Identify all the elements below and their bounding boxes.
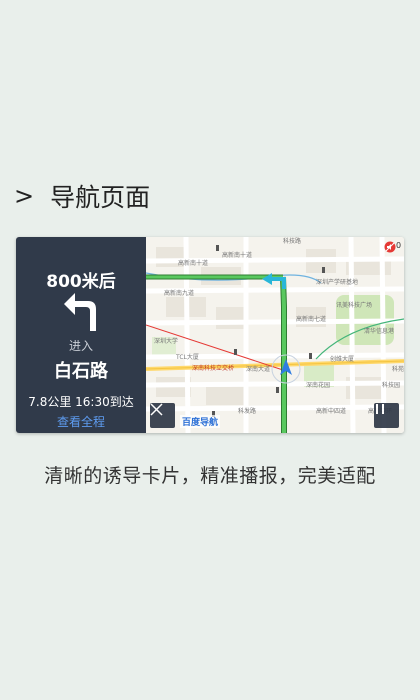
svg-text:科发路: 科发路 bbox=[238, 407, 256, 415]
map-canvas: 高新南十道 科技路 高新南十道 高新南九道 高新南七道 深圳产学研基地 清华信息… bbox=[146, 237, 404, 433]
svg-text:科苑路: 科苑路 bbox=[392, 365, 404, 373]
svg-text:科技路: 科技路 bbox=[283, 237, 301, 245]
map-view[interactable]: 高新南十道 科技路 高新南十道 高新南九道 高新南七道 深圳产学研基地 清华信息… bbox=[146, 237, 404, 433]
close-navigation-button[interactable] bbox=[150, 403, 175, 428]
turn-distance: 800米后 bbox=[46, 272, 116, 292]
svg-text:高新南七道: 高新南七道 bbox=[296, 315, 326, 323]
svg-text:高新南十道: 高新南十道 bbox=[222, 251, 252, 259]
turn-left-arrow-icon bbox=[64, 293, 96, 331]
enter-label: 进入 bbox=[68, 339, 93, 353]
svg-text:清华信息港: 清华信息港 bbox=[364, 327, 394, 335]
mute-count: 0 bbox=[396, 241, 402, 250]
svg-text:深南科技立交桥: 深南科技立交桥 bbox=[192, 364, 234, 372]
chevron-right-icon: > bbox=[14, 182, 35, 210]
road-name: 白石路 bbox=[54, 361, 108, 382]
close-icon bbox=[150, 403, 163, 416]
baidu-navigation-brand: 百度导航 bbox=[180, 415, 221, 428]
mute-icon[interactable] bbox=[384, 241, 396, 253]
view-full-route-link[interactable]: 查看全程 bbox=[16, 413, 146, 430]
svg-text:讯美科技广场: 讯美科技广场 bbox=[336, 301, 372, 309]
svg-text:高新南九道: 高新南九道 bbox=[164, 289, 194, 297]
svg-text:高新中四道: 高新中四道 bbox=[316, 407, 346, 415]
svg-text:创维大厦: 创维大厦 bbox=[330, 355, 354, 363]
section-title: 导航页面 bbox=[50, 183, 151, 212]
distance-eta: 7.8公里 16:30到达 bbox=[28, 395, 134, 409]
svg-text:深南花园: 深南花园 bbox=[306, 381, 330, 389]
feature-caption: 清晰的诱导卡片，精准播报，完美适配 bbox=[44, 465, 376, 487]
navigation-screenshot-card: 800米后 进入 白石路 7.8公里 16:30到达 查看全程 高新南十道 科技… bbox=[16, 237, 404, 433]
svg-text:深圳产学研基地: 深圳产学研基地 bbox=[316, 278, 358, 286]
svg-text:科技园: 科技园 bbox=[382, 381, 400, 389]
pause-button[interactable] bbox=[374, 403, 399, 428]
svg-text:TCL大厦: TCL大厦 bbox=[175, 353, 199, 361]
svg-text:深南大道: 深南大道 bbox=[246, 365, 270, 373]
pause-icon bbox=[376, 404, 384, 414]
svg-text:高新南十道: 高新南十道 bbox=[178, 259, 208, 267]
svg-text:深圳大学: 深圳大学 bbox=[154, 337, 178, 345]
guidance-panel: 800米后 进入 白石路 7.8公里 16:30到达 查看全程 bbox=[16, 237, 146, 433]
section-heading: > 导航页面 bbox=[14, 178, 150, 214]
